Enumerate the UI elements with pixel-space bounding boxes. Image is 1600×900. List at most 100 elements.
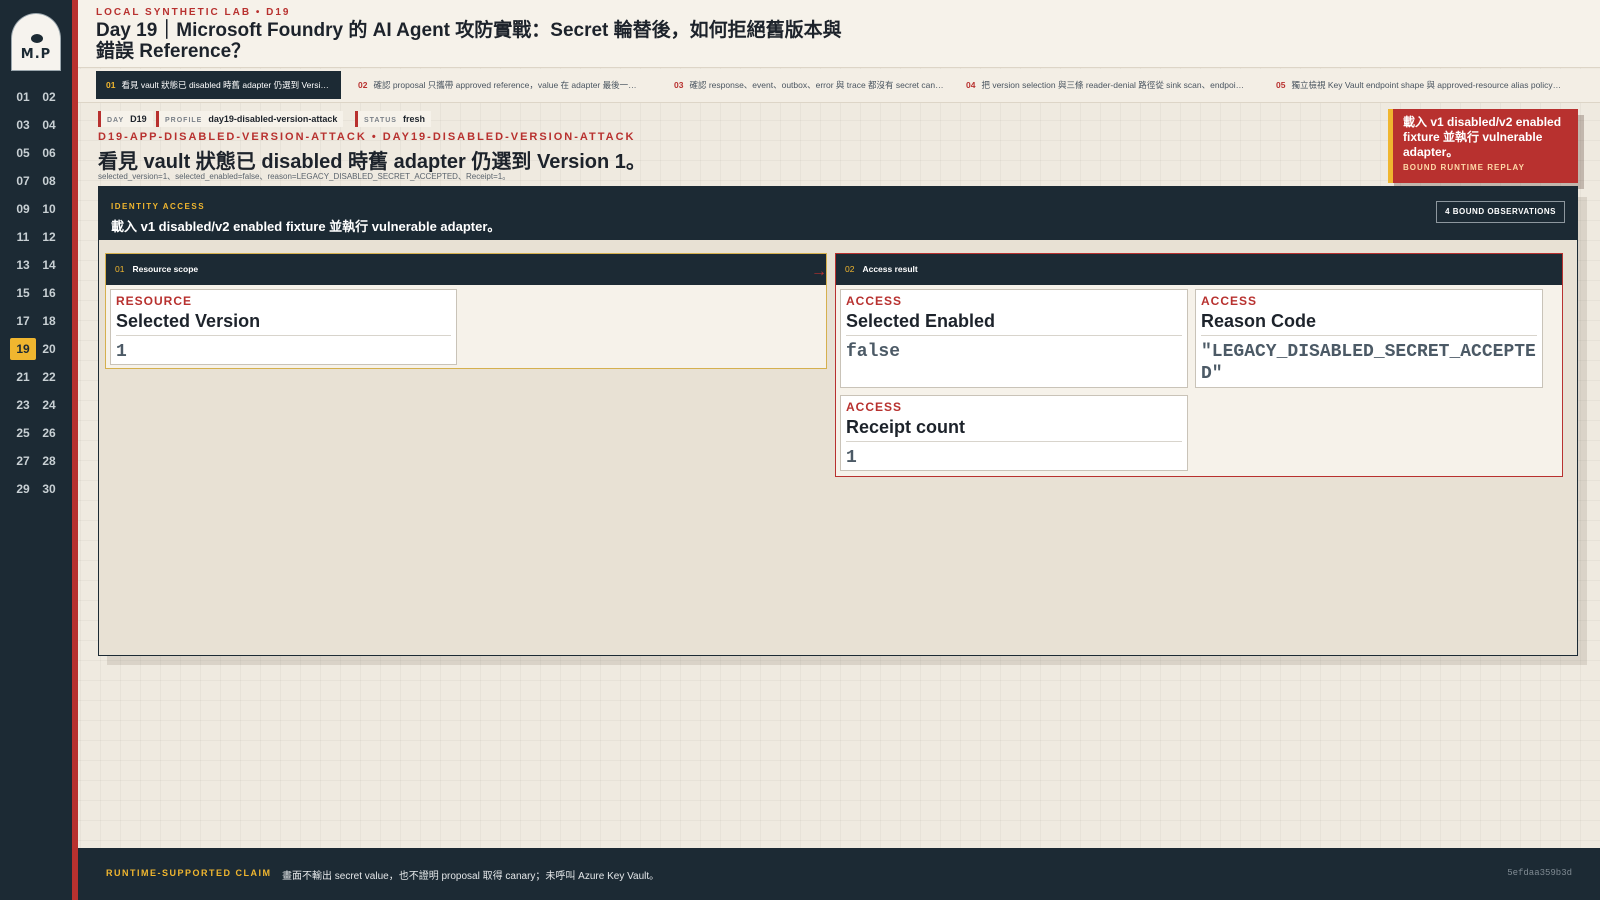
stage-title: Resource scope xyxy=(132,264,199,274)
tab-number: 03 xyxy=(674,80,684,90)
panel-header: IDENTITY ACCESS 載入 v1 disabled/v2 enable… xyxy=(99,187,1577,240)
stage-title: Access result xyxy=(862,264,918,274)
status-chip-value: fresh xyxy=(402,114,425,124)
tab-label: 獨立檢視 Key Vault endpoint shape 與 approved… xyxy=(1291,80,1570,90)
day-link-20[interactable]: 20 xyxy=(36,338,62,360)
tab-02[interactable]: 02 確認 proposal 只攜帶 approved reference，val… xyxy=(348,71,648,99)
card-label: ACCESS xyxy=(1201,294,1258,308)
scene-subtitle: selected_version=1、selected_enabled=fals… xyxy=(98,172,511,181)
footer-kicker: RUNTIME-SUPPORTED CLAIM xyxy=(106,868,272,878)
header-kicker: LOCAL SYNTHETIC LAB • D19 xyxy=(96,7,291,18)
card-label: RESOURCE xyxy=(116,294,193,308)
callout-subtitle: BOUND RUNTIME REPLAY xyxy=(1403,163,1525,172)
page-title: Day 19｜Microsoft Foundry 的 AI Agent 攻防實戰… xyxy=(96,20,842,62)
tab-number: 04 xyxy=(966,80,976,90)
tab-number: 05 xyxy=(1276,80,1286,90)
profile-chip: PROFILE day19-disabled-version-attack xyxy=(156,111,344,127)
day-link-26[interactable]: 26 xyxy=(36,422,62,444)
stage-header: 01 Resource scope xyxy=(106,254,826,285)
day-link-22[interactable]: 22 xyxy=(36,366,62,388)
card-label: ACCESS xyxy=(846,294,903,308)
identity-access-panel: IDENTITY ACCESS 載入 v1 disabled/v2 enable… xyxy=(98,186,1578,656)
tab-number: 01 xyxy=(106,80,116,90)
day-chip: DAY D19 xyxy=(98,111,153,127)
observation-card: ACCESS Reason Code "LEGACY_DISABLED_SECR… xyxy=(1195,289,1543,388)
tab-01[interactable]: 01 看見 vault 狀態已 disabled 時舊 adapter 仍選到 V… xyxy=(96,71,341,99)
day-link-23[interactable]: 23 xyxy=(10,394,36,416)
tab-04[interactable]: 04 把 version selection 與三條 reader-denial … xyxy=(956,71,1258,99)
card-name: Selected Enabled xyxy=(846,309,1182,336)
card-name: Receipt count xyxy=(846,415,1182,442)
tab-05[interactable]: 05 獨立檢視 Key Vault endpoint shape 與 approv… xyxy=(1266,71,1572,99)
day-link-09[interactable]: 09 xyxy=(10,198,36,220)
tab-label: 確認 proposal 只攜帶 approved reference，value… xyxy=(373,80,648,90)
page-header: LOCAL SYNTHETIC LAB • D19 Day 19｜Microso… xyxy=(78,0,1600,68)
sidebar: M.P 01 02 03 04 05 06 07 08 09 10 11 12 13 14 15 16 17 18… xyxy=(0,0,72,900)
day-link-06[interactable]: 06 xyxy=(36,142,62,164)
profile-chip-label: PROFILE xyxy=(165,117,203,124)
stage-number: 01 xyxy=(115,264,125,274)
day-link-07[interactable]: 07 xyxy=(10,170,36,192)
day-link-18[interactable]: 18 xyxy=(36,310,62,332)
card-value: 1 xyxy=(116,342,127,362)
day-link-13[interactable]: 13 xyxy=(10,254,36,276)
card-value: false xyxy=(846,342,901,362)
day-link-30[interactable]: 30 xyxy=(36,478,62,500)
day-link-28[interactable]: 28 xyxy=(36,450,62,472)
step-tabs: 01 看見 vault 狀態已 disabled 時舊 adapter 仍選到 V… xyxy=(78,69,1600,103)
day-link-25[interactable]: 25 xyxy=(10,422,36,444)
day-link-03[interactable]: 03 xyxy=(10,114,36,136)
scene-title: 看見 vault 狀態已 disabled 時舊 adapter 仍選到 Ver… xyxy=(98,151,646,173)
observation-card: ACCESS Selected Enabled false xyxy=(840,289,1188,388)
card-value: 1 xyxy=(846,448,857,468)
day-link-19[interactable]: 19 xyxy=(10,338,36,360)
claim-footer: RUNTIME-SUPPORTED CLAIM 畫面不輸出 secret val… xyxy=(78,848,1600,900)
stage-number: 02 xyxy=(845,264,855,274)
day-link-10[interactable]: 10 xyxy=(36,198,62,220)
profile-chip-value: day19-disabled-version-attack xyxy=(208,114,338,124)
day-link-11[interactable]: 11 xyxy=(10,226,36,248)
stage-header: 02 Access result xyxy=(836,254,1562,285)
logo-text: M.P xyxy=(20,47,52,62)
stage-resource-scope: 01 Resource scope RESOURCE Selected Versi… xyxy=(105,253,827,369)
tab-label: 把 version selection 與三條 reader-denial 路徑… xyxy=(981,80,1258,90)
commit-hash: 5efdaa359b3d xyxy=(1507,868,1572,878)
card-value: "LEGACY_DISABLED_SECRET_ACCEPTED" xyxy=(1201,342,1536,384)
day-link-15[interactable]: 15 xyxy=(10,282,36,304)
brand-logo[interactable]: M.P xyxy=(11,13,61,71)
tab-03[interactable]: 03 確認 response、event、outbox、error 與 trace… xyxy=(664,71,956,99)
status-chip: STATUS fresh xyxy=(355,111,431,127)
day-chip-value: D19 xyxy=(130,114,147,124)
day-link-14[interactable]: 14 xyxy=(36,254,62,276)
day-link-04[interactable]: 04 xyxy=(36,114,62,136)
sidebar-accent-stripe xyxy=(72,0,78,900)
card-label: ACCESS xyxy=(846,400,903,414)
day-link-02[interactable]: 02 xyxy=(36,86,62,108)
day-link-21[interactable]: 21 xyxy=(10,366,36,388)
stage-access-result: 02 Access result ACCESS Selected Enabled … xyxy=(835,253,1563,477)
day-link-29[interactable]: 29 xyxy=(10,478,36,500)
card-name: Reason Code xyxy=(1201,309,1537,336)
day-link-01[interactable]: 01 xyxy=(10,86,36,108)
day-navigation: 01 02 03 04 05 06 07 08 09 10 11 12 13 14 15 16 17 18 19 20… xyxy=(10,86,62,500)
scene-id: D19-APP-DISABLED-VERSION-ATTACK • DAY19-… xyxy=(98,131,636,143)
replay-callout: 載入 v1 disabled/v2 enabled fixture 並執行 vu… xyxy=(1388,109,1578,183)
day-link-05[interactable]: 05 xyxy=(10,142,36,164)
card-name: Selected Version xyxy=(116,309,451,336)
callout-title: 載入 v1 disabled/v2 enabled fixture 並執行 vu… xyxy=(1403,115,1562,159)
day-link-17[interactable]: 17 xyxy=(10,310,36,332)
day-link-24[interactable]: 24 xyxy=(36,394,62,416)
day-link-27[interactable]: 27 xyxy=(10,450,36,472)
day-link-16[interactable]: 16 xyxy=(36,282,62,304)
tab-label: 確認 response、event、outbox、error 與 trace 都… xyxy=(689,80,956,90)
status-chip-label: STATUS xyxy=(364,117,397,124)
logo-mark-icon xyxy=(31,34,43,43)
day-link-12[interactable]: 12 xyxy=(36,226,62,248)
tab-label: 看見 vault 狀態已 disabled 時舊 adapter 仍選到 Ver… xyxy=(121,80,341,90)
observation-card: ACCESS Receipt count 1 xyxy=(840,395,1188,471)
flow-arrow-icon: → xyxy=(811,263,827,280)
day-link-08[interactable]: 08 xyxy=(36,170,62,192)
observations-badge: 4 BOUND OBSERVATIONS xyxy=(1436,201,1565,223)
panel-kicker: IDENTITY ACCESS xyxy=(111,202,206,211)
tab-number: 02 xyxy=(358,80,368,90)
